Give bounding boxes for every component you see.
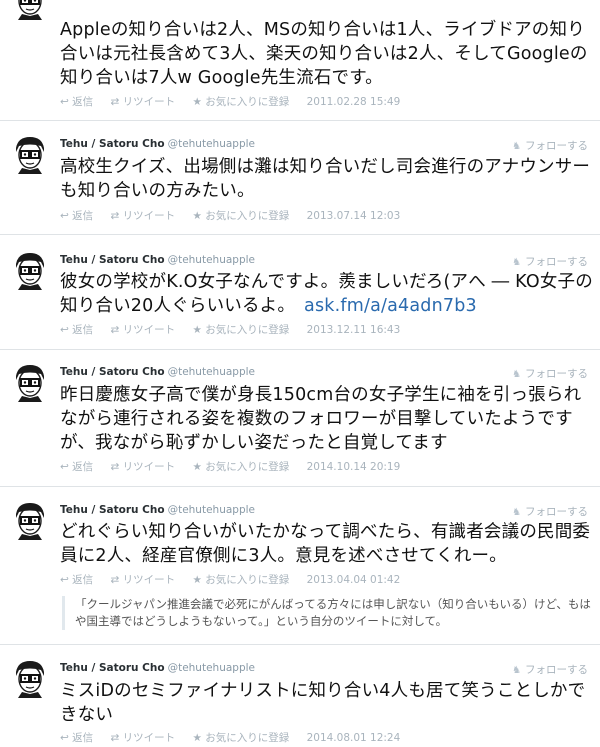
tweet-text: ミスiDのセミファイナリストに知り合い4人も居て笑うことしかできない [60,681,586,725]
divider [0,486,600,487]
tweet-text: 彼女の学校がK.O女子なんですよ。羨ましいだろ(アへ ― KO女子の知り合い20… [60,272,593,316]
author-name[interactable]: Tehu / Satoru Cho [60,662,165,674]
author-handle[interactable]: @tehutehuapple [168,366,255,378]
tweet-actions: ↩ 返信 ⇄ リツイート ★ お気に入りに登録 2013.04.04 01:42 [60,572,414,587]
divider [0,644,600,645]
author-handle[interactable]: @tehutehuapple [168,662,255,674]
tweet-actions: ↩ 返信 ⇄ リツイート ★ お気に入りに登録 2014.08.01 12:24 [60,730,414,745]
bird-icon: ♞ [512,507,521,518]
reply-button[interactable]: ↩ 返信 [60,574,93,586]
follow-button[interactable]: ♞ フォローする [512,366,588,381]
timestamp[interactable]: 2013.12.11 16:43 [307,324,401,336]
quoted-note: 「クールジャパン推進会議で必死にがんばってる方々には申し訳ない（知り合いもいる）… [62,596,595,630]
favorite-button[interactable]: ★ お気に入りに登録 [192,732,289,744]
author-handle[interactable]: @tehutehuapple [168,138,255,150]
follow-button[interactable]: ♞ フォローする [512,138,588,153]
author-handle[interactable]: @tehutehuapple [168,254,255,266]
tweet-actions: ↩ 返信 ⇄ リツイート ★ お気に入りに登録 2013.12.11 16:43 [60,322,414,337]
favorite-button[interactable]: ★ お気に入りに登録 [192,574,289,586]
tweet-text: Appleの知り合いは2人、MSの知り合いは1人、ライブドアの知り合いは元社長含… [60,20,588,88]
retweet-button[interactable]: ⇄ リツイート [110,324,175,336]
timestamp[interactable]: 2013.07.14 12:03 [307,210,401,222]
timestamp[interactable]: 2011.02.28 15:49 [307,96,401,108]
divider [0,234,600,235]
timestamp[interactable]: 2014.10.14 20:19 [307,461,401,473]
author-name[interactable]: Tehu / Satoru Cho [60,366,165,378]
reply-button[interactable]: ↩ 返信 [60,96,93,108]
tweet-header: Tehu / Satoru Cho @tehutehuapple [60,662,255,674]
tweet-header: Tehu / Satoru Cho @tehutehuapple [60,366,255,378]
avatar[interactable] [10,500,50,540]
avatar[interactable] [10,134,50,174]
tweet-text: 高校生クイズ、出場側は灘は知り合いだし司会進行のアナウンサーも知り合いの方みたい… [60,157,591,201]
favorite-button[interactable]: ★ お気に入りに登録 [192,96,289,108]
retweet-button[interactable]: ⇄ リツイート [110,210,175,222]
author-name[interactable]: Tehu / Satoru Cho [60,254,165,266]
timestamp[interactable]: 2013.04.04 01:42 [307,574,401,586]
follow-button[interactable]: ♞ フォローする [512,254,588,269]
avatar[interactable] [10,250,50,290]
avatar[interactable] [10,362,50,402]
tweet-header: Tehu / Satoru Cho @tehutehuapple [60,504,255,516]
tweet-actions: ↩ 返信 ⇄ リツイート ★ お気に入りに登録 2013.07.14 12:03 [60,208,414,223]
favorite-button[interactable]: ★ お気に入りに登録 [192,324,289,336]
timestamp[interactable]: 2014.08.01 12:24 [307,732,401,744]
bird-icon: ♞ [512,665,521,676]
avatar[interactable] [10,0,50,20]
retweet-button[interactable]: ⇄ リツイート [110,732,175,744]
bird-icon: ♞ [512,257,521,268]
retweet-button[interactable]: ⇄ リツイート [110,574,175,586]
tweet-text: どれぐらい知り合いがいたかなって調べたら、有識者会議の民間委員に2人、経産官僚側… [60,522,591,566]
avatar[interactable] [10,658,50,698]
favorite-button[interactable]: ★ お気に入りに登録 [192,210,289,222]
reply-button[interactable]: ↩ 返信 [60,461,93,473]
tweet-header: Tehu / Satoru Cho @tehutehuapple [60,138,255,150]
reply-button[interactable]: ↩ 返信 [60,732,93,744]
tweet-link[interactable]: ask.fm/a/a4adn7b3 [304,296,477,316]
reply-button[interactable]: ↩ 返信 [60,210,93,222]
author-name[interactable]: Tehu / Satoru Cho [60,138,165,150]
tweet-actions: ↩ 返信 ⇄ リツイート ★ お気に入りに登録 2011.02.28 15:49 [60,94,414,109]
favorite-button[interactable]: ★ お気に入りに登録 [192,461,289,473]
author-handle[interactable]: @tehutehuapple [168,504,255,516]
tweet-text: 昨日慶應女子高で僕が身長150cm台の女子学生に袖を引っ張られながら連行される姿… [60,385,582,453]
follow-button[interactable]: ♞ フォローする [512,504,588,519]
tweet-header: Tehu / Satoru Cho @tehutehuapple [60,254,255,266]
tweet-actions: ↩ 返信 ⇄ リツイート ★ お気に入りに登録 2014.10.14 20:19 [60,459,414,474]
retweet-button[interactable]: ⇄ リツイート [110,96,175,108]
reply-button[interactable]: ↩ 返信 [60,324,93,336]
divider [0,120,600,121]
divider [0,349,600,350]
author-name[interactable]: Tehu / Satoru Cho [60,504,165,516]
follow-button[interactable]: ♞ フォローする [512,662,588,677]
bird-icon: ♞ [512,141,521,152]
retweet-button[interactable]: ⇄ リツイート [110,461,175,473]
bird-icon: ♞ [512,369,521,380]
